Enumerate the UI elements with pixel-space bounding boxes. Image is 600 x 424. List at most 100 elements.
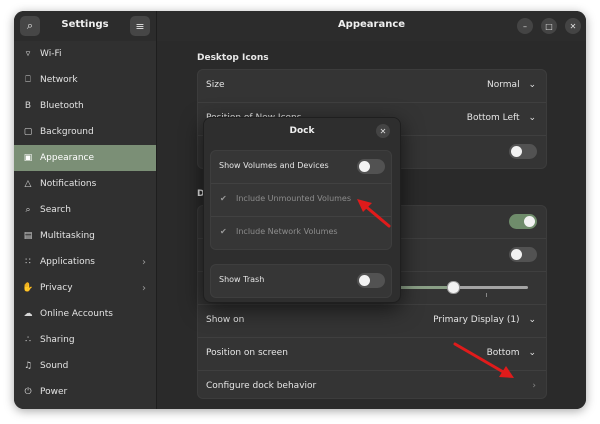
- sidebar-item-multitasking[interactable]: ▤ Multitasking: [14, 223, 156, 249]
- dialog-title: Dock: [289, 126, 315, 136]
- chevron-down-icon: ⌄: [528, 80, 536, 90]
- sidebar-item-label: Sound: [40, 361, 69, 371]
- music-note-icon: ♫: [23, 361, 33, 371]
- sidebar-item-appearance[interactable]: ▣ Appearance: [14, 145, 156, 171]
- show-on-row[interactable]: Show on Primary Display (1) ⌄: [198, 305, 546, 338]
- sidebar-item-online-accounts[interactable]: ☁ Online Accounts: [14, 301, 156, 327]
- chevron-down-icon: ⌄: [528, 315, 536, 325]
- trash-card: Show Trash: [210, 264, 392, 298]
- network-icon: ⎕: [25, 75, 31, 85]
- minimize-icon: –: [523, 21, 527, 31]
- sidebar-item-network[interactable]: ⎕ Network: [14, 67, 156, 93]
- close-icon: ✕: [569, 21, 577, 31]
- size-value: Normal: [487, 80, 520, 90]
- show-volumes-toggle[interactable]: [357, 159, 385, 174]
- configure-dock-label: Configure dock behavior: [206, 381, 317, 391]
- checkmark-icon: ✔: [220, 227, 227, 236]
- configure-dock-row[interactable]: Configure dock behavior ›: [198, 371, 546, 398]
- include-network-label: Include Network Volumes: [236, 227, 338, 236]
- size-dropdown[interactable]: Normal ⌄: [487, 80, 536, 90]
- sidebar-item-label: Network: [40, 75, 78, 85]
- sidebar-item-label: Power: [40, 387, 68, 397]
- include-unmounted-label: Include Unmounted Volumes: [236, 194, 352, 203]
- dialog-close-button[interactable]: ✕: [376, 124, 390, 138]
- show-on-label: Show on: [206, 315, 245, 325]
- icon-size-slider-thumb[interactable]: [447, 281, 460, 294]
- chevron-right-icon: ›: [142, 282, 146, 294]
- sidebar-item-label: Applications: [40, 257, 95, 267]
- sidebar-header: ⌕ Settings ≡: [14, 11, 156, 41]
- sidebar: ⌕ Settings ≡ ▿ Wi-Fi ⎕ Network B Bluetoo…: [14, 11, 157, 409]
- sidebar-item-sound[interactable]: ♫ Sound: [14, 353, 156, 379]
- hand-icon: ✋: [22, 283, 34, 293]
- position-new-icons-dropdown[interactable]: Bottom Left ⌄: [467, 113, 536, 123]
- chevron-down-icon: ⌄: [528, 113, 536, 123]
- sidebar-item-label: Online Accounts: [40, 309, 113, 319]
- sidebar-item-bluetooth[interactable]: B Bluetooth: [14, 93, 156, 119]
- chevron-right-icon: ›: [142, 256, 146, 268]
- menu-icon: ≡: [135, 19, 145, 33]
- personal-folder-toggle[interactable]: [509, 144, 537, 159]
- show-trash-toggle[interactable]: [357, 273, 385, 288]
- position-new-icons-value: Bottom Left: [466, 113, 520, 123]
- sidebar-item-label: Bluetooth: [40, 101, 84, 111]
- position-on-screen-dropdown[interactable]: Bottom ⌄: [487, 348, 536, 358]
- show-volumes-label: Show Volumes and Devices: [219, 161, 329, 170]
- main-header: Appearance – □ ✕: [157, 11, 586, 41]
- chevron-down-icon: ⌄: [528, 348, 536, 358]
- maximize-button[interactable]: □: [541, 18, 557, 34]
- include-network-row[interactable]: ✔ Include Network Volumes: [211, 217, 391, 249]
- menu-button[interactable]: ≡: [130, 16, 150, 36]
- auto-hide-toggle[interactable]: [509, 214, 537, 229]
- sidebar-item-privacy[interactable]: ✋ Privacy ›: [14, 275, 156, 301]
- desktop-icons-heading: Desktop Icons: [197, 53, 269, 63]
- size-row[interactable]: Size Normal ⌄: [198, 70, 546, 103]
- show-volumes-row: Show Volumes and Devices: [211, 151, 391, 184]
- sidebar-item-notifications[interactable]: △ Notifications: [14, 171, 156, 197]
- sidebar-item-power[interactable]: ⏻ Power: [14, 379, 156, 405]
- show-on-dropdown[interactable]: Primary Display (1) ⌄: [433, 315, 536, 325]
- sidebar-title: Settings: [61, 19, 109, 30]
- sidebar-item-label: Appearance: [40, 153, 95, 163]
- sidebar-item-label: Background: [40, 127, 94, 137]
- sidebar-item-sharing[interactable]: ∴ Sharing: [14, 327, 156, 353]
- volumes-card: Show Volumes and Devices ✔ Include Unmou…: [210, 150, 392, 250]
- dialog-header: Dock ✕: [204, 118, 400, 144]
- dock-dialog: Dock ✕ Show Volumes and Devices ✔ Includ…: [203, 117, 401, 303]
- position-on-screen-row[interactable]: Position on screen Bottom ⌄: [198, 338, 546, 371]
- sidebar-item-background[interactable]: ▢ Background: [14, 119, 156, 145]
- sidebar-item-wifi[interactable]: ▿ Wi-Fi: [14, 41, 156, 67]
- wifi-icon: ▿: [25, 49, 31, 59]
- sidebar-item-label: Wi-Fi: [40, 49, 62, 59]
- show-trash-label: Show Trash: [219, 275, 265, 284]
- show-on-value: Primary Display (1): [433, 315, 520, 325]
- show-trash-row: Show Trash: [211, 265, 391, 297]
- minimize-button[interactable]: –: [517, 18, 533, 34]
- appearance-icon: ▣: [23, 153, 33, 163]
- include-unmounted-row[interactable]: ✔ Include Unmounted Volumes: [211, 184, 391, 217]
- position-on-screen-value: Bottom: [486, 348, 520, 358]
- panel-mode-toggle[interactable]: [509, 247, 537, 262]
- bluetooth-icon: B: [24, 101, 32, 111]
- close-window-button[interactable]: ✕: [565, 18, 581, 34]
- sidebar-item-label: Search: [40, 205, 71, 215]
- size-label: Size: [206, 80, 225, 90]
- background-icon: ▢: [23, 127, 33, 137]
- power-icon: ⏻: [24, 387, 32, 397]
- search-button[interactable]: ⌕: [20, 16, 40, 36]
- chevron-right-icon: ›: [532, 381, 536, 391]
- sidebar-item-label: Multitasking: [40, 231, 95, 241]
- sidebar-item-label: Sharing: [40, 335, 75, 345]
- cloud-icon: ☁: [23, 309, 33, 319]
- sidebar-item-search[interactable]: ⌕ Search: [14, 197, 156, 223]
- close-icon: ✕: [379, 126, 387, 136]
- sidebar-item-applications[interactable]: ∷ Applications ›: [14, 249, 156, 275]
- multitasking-icon: ▤: [23, 231, 33, 241]
- page-title: Appearance: [337, 19, 406, 30]
- apps-grid-icon: ∷: [25, 257, 31, 267]
- share-icon: ∴: [25, 335, 31, 345]
- search-icon: ⌕: [26, 19, 34, 32]
- maximize-icon: □: [545, 21, 553, 31]
- bell-icon: △: [24, 179, 32, 189]
- slider-tick: [486, 293, 487, 297]
